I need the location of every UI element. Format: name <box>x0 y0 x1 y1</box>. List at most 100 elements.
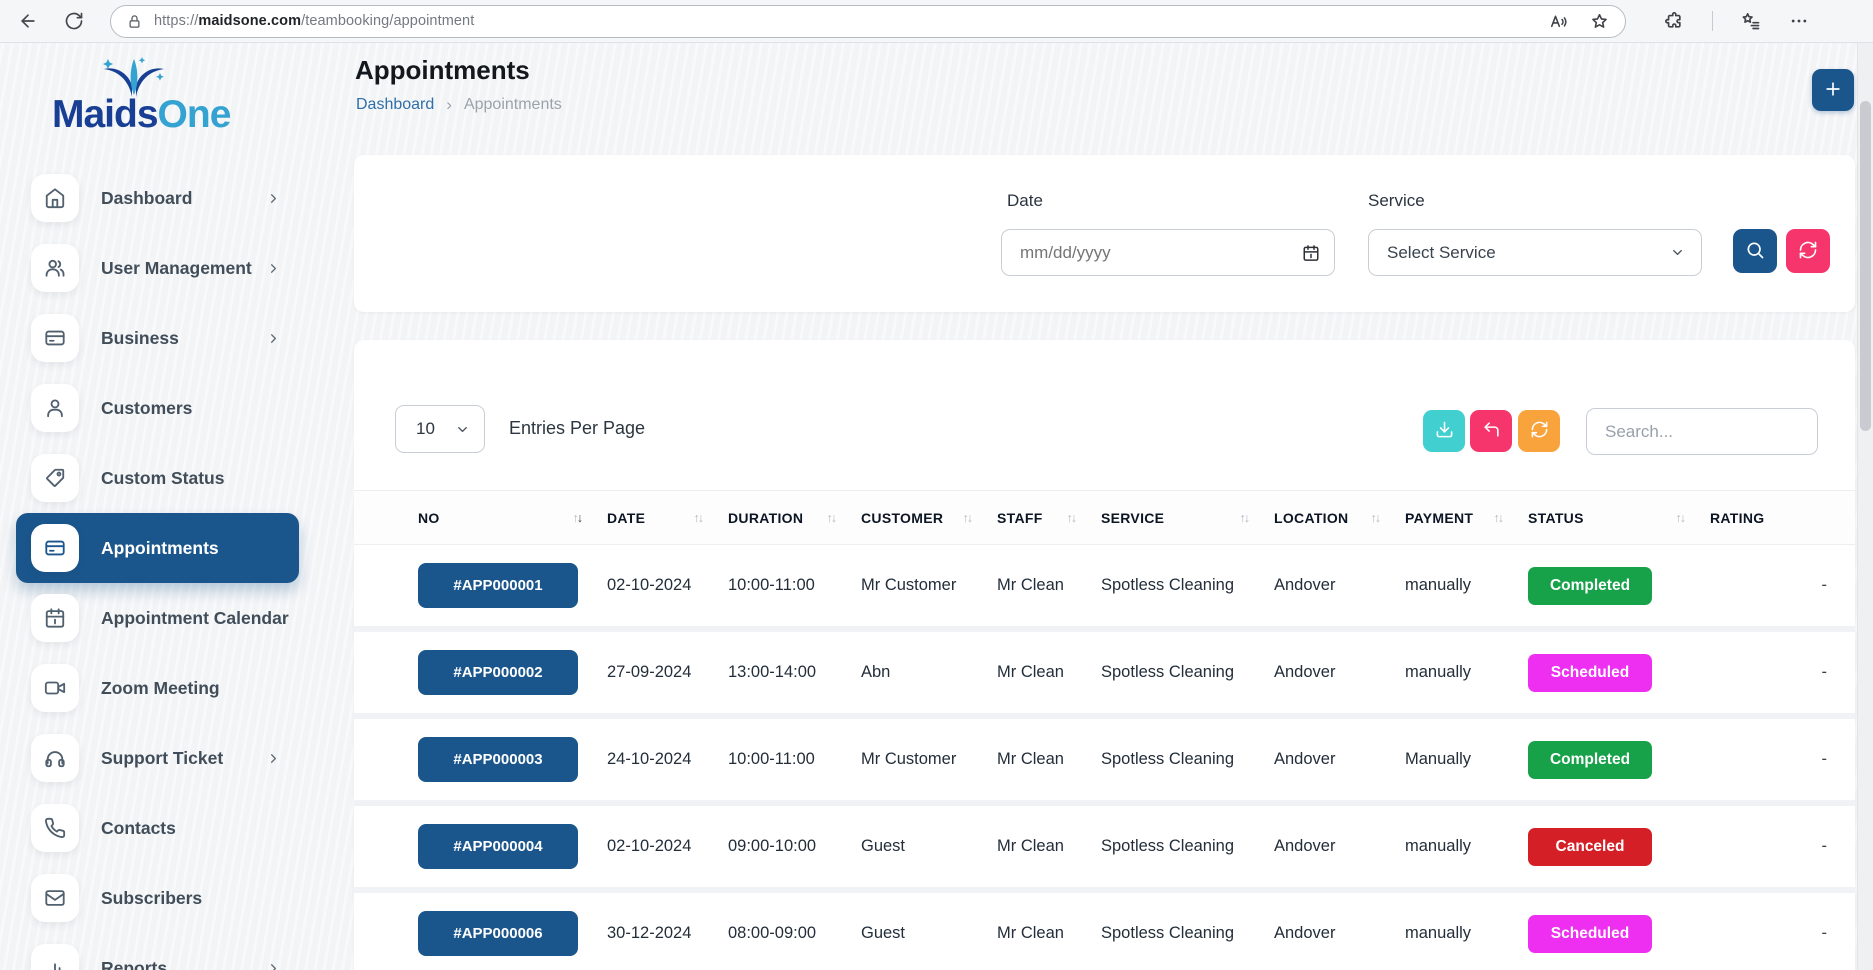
sort-icon[interactable]: ↑↓ <box>573 511 582 525</box>
sidebar-item-label: Support Ticket <box>101 748 223 769</box>
vertical-scrollbar[interactable] <box>1857 43 1873 970</box>
sidebar-item-icon-tile <box>31 804 79 852</box>
sidebar-item-label: Business <box>101 328 179 349</box>
url-path: /teambooking/appointment <box>301 13 474 29</box>
search-icon <box>1745 240 1765 263</box>
sidebar-item-zoom-meeting[interactable]: Zoom Meeting <box>16 653 299 723</box>
sidebar-item-appointment-calendar[interactable]: Appointment Calendar <box>16 583 299 653</box>
filter-reset-button[interactable] <box>1786 229 1830 273</box>
sidebar-item-dashboard[interactable]: Dashboard <box>16 163 299 233</box>
column-header-rating[interactable]: RATING <box>1710 510 1855 526</box>
appointment-id-badge[interactable]: #APP000002 <box>418 650 578 695</box>
service-filter-select[interactable]: Select Service <box>1368 229 1702 276</box>
breadcrumb: Dashboard › Appointments <box>356 95 562 115</box>
read-aloud-icon[interactable] <box>1549 12 1568 31</box>
sort-icon[interactable]: ↑↓ <box>1240 511 1249 525</box>
table-search-input[interactable] <box>1586 408 1818 455</box>
sort-icon[interactable]: ↑↓ <box>963 511 972 525</box>
cell-payment: manually <box>1405 924 1528 943</box>
appointment-id-badge[interactable]: #APP000006 <box>418 911 578 956</box>
browser-back-button[interactable] <box>16 9 40 33</box>
browser-menu-icon[interactable] <box>1789 11 1809 31</box>
sidebar-item-business[interactable]: Business <box>16 303 299 373</box>
status-badge: Completed <box>1528 567 1652 605</box>
sort-icon[interactable]: ↑↓ <box>1371 511 1380 525</box>
extensions-puzzle-icon[interactable] <box>1664 11 1684 31</box>
status-badge: Canceled <box>1528 828 1652 866</box>
favorite-star-icon[interactable] <box>1590 12 1609 31</box>
sidebar-item-subscribers[interactable]: Subscribers <box>16 863 299 933</box>
cell-customer: Guest <box>861 924 997 943</box>
appointment-id-badge[interactable]: #APP000004 <box>418 824 578 869</box>
sidebar-item-label: Dashboard <box>101 188 192 209</box>
app-logo[interactable]: MaidsOne <box>52 61 302 151</box>
export-download-button[interactable] <box>1423 410 1465 452</box>
column-header-location[interactable]: LOCATION ↑↓ <box>1274 510 1405 526</box>
date-filter-field <box>1001 229 1335 276</box>
cell-staff: Mr Clean <box>997 576 1101 595</box>
cell-service: Spotless Cleaning <box>1101 750 1274 769</box>
entries-per-page-select[interactable]: 10 <box>395 405 485 453</box>
column-header-customer[interactable]: CUSTOMER ↑↓ <box>861 510 997 526</box>
sidebar-item-customers[interactable]: Customers <box>16 373 299 443</box>
users-icon <box>44 257 66 279</box>
appointment-id-badge[interactable]: #APP000003 <box>418 737 578 782</box>
sort-icon[interactable]: ↑↓ <box>1067 511 1076 525</box>
sidebar-item-icon-tile <box>31 174 79 222</box>
column-header-no[interactable]: NO ↑↓ <box>418 510 607 526</box>
table-row: #APP000003 24-10-2024 10:00-11:00 Mr Cus… <box>354 719 1855 806</box>
chevron-down-icon <box>1670 245 1685 260</box>
logo-text-dark: Maids <box>52 93 158 136</box>
undo-button[interactable] <box>1470 410 1512 452</box>
favorites-bar-icon[interactable] <box>1741 11 1761 31</box>
sort-icon[interactable]: ↑↓ <box>694 511 703 525</box>
chevron-right-icon <box>266 261 281 276</box>
cell-location: Andover <box>1274 924 1405 943</box>
sidebar-item-contacts[interactable]: Contacts <box>16 793 299 863</box>
url-scheme: https:// <box>154 13 198 29</box>
column-header-duration[interactable]: DURATION ↑↓ <box>728 510 861 526</box>
browser-reload-button[interactable] <box>62 9 86 33</box>
entries-per-page-value: 10 <box>416 419 455 439</box>
sort-icon[interactable]: ↑↓ <box>1494 511 1503 525</box>
sidebar-item-appointments[interactable]: Appointments <box>16 513 299 583</box>
sidebar-item-label: Appointments <box>101 538 219 559</box>
sidebar-item-reports[interactable]: Reports <box>16 933 299 970</box>
plus-icon <box>1823 79 1843 102</box>
sort-icon[interactable]: ↑↓ <box>1676 511 1685 525</box>
sidebar-item-support-ticket[interactable]: Support Ticket <box>16 723 299 793</box>
calendar-picker-icon[interactable] <box>1302 244 1320 262</box>
chart-icon <box>44 957 66 970</box>
breadcrumb-dashboard-link[interactable]: Dashboard <box>356 96 434 114</box>
cell-date: 24-10-2024 <box>607 750 728 769</box>
filter-search-button[interactable] <box>1733 229 1777 273</box>
sidebar-item-label: Contacts <box>101 818 176 839</box>
cell-rating: - <box>1710 837 1855 856</box>
scrollbar-thumb[interactable] <box>1860 101 1871 431</box>
column-header-service[interactable]: SERVICE ↑↓ <box>1101 510 1274 526</box>
service-filter-label: Service <box>1368 191 1425 211</box>
column-header-label: STAFF <box>997 510 1043 526</box>
sort-icon[interactable]: ↑↓ <box>827 511 836 525</box>
lock-icon[interactable] <box>127 14 142 29</box>
status-badge: Completed <box>1528 741 1652 779</box>
address-bar[interactable]: https://maidsone.com/teambooking/appoint… <box>110 5 1626 38</box>
appointment-id-badge[interactable]: #APP000001 <box>418 563 578 608</box>
sidebar-item-label: Subscribers <box>101 888 202 909</box>
cell-customer: Mr Customer <box>861 750 997 769</box>
calendar-icon <box>44 607 66 629</box>
date-filter-input[interactable] <box>1020 243 1302 263</box>
column-header-status[interactable]: STATUS ↑↓ <box>1528 510 1710 526</box>
column-header-payment[interactable]: PAYMENT ↑↓ <box>1405 510 1528 526</box>
user-icon <box>44 397 66 419</box>
sidebar-item-icon-tile <box>31 944 79 970</box>
chevron-right-icon <box>266 191 281 206</box>
column-header-staff[interactable]: STAFF ↑↓ <box>997 510 1101 526</box>
sidebar-item-user-management[interactable]: User Management <box>16 233 299 303</box>
column-header-label: NO <box>418 510 440 526</box>
sidebar-item-custom-status[interactable]: Custom Status <box>16 443 299 513</box>
add-appointment-button[interactable] <box>1812 69 1854 111</box>
table-refresh-button[interactable] <box>1518 410 1560 452</box>
sidebar-nav: Dashboard User Management Business Custo… <box>0 163 347 970</box>
column-header-date[interactable]: DATE ↑↓ <box>607 510 728 526</box>
